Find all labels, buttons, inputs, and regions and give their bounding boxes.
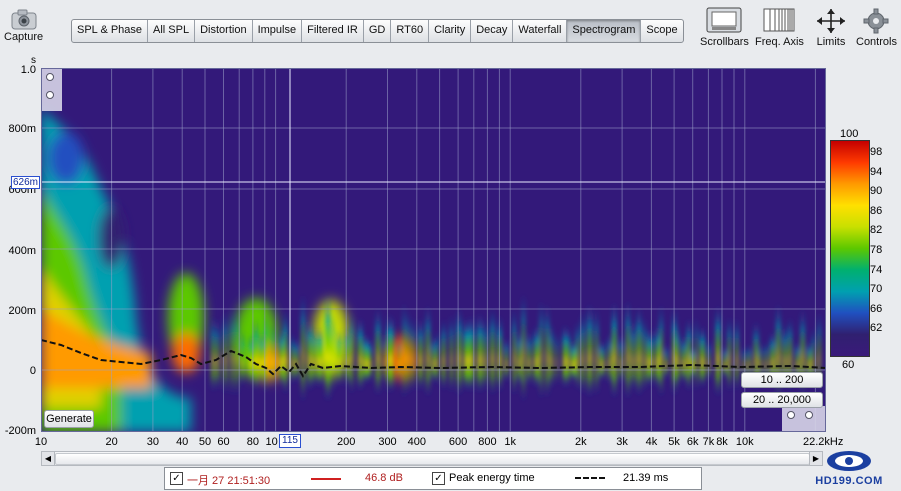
tab-bar: SPL & Phase All SPL Distortion Impulse Filte… xyxy=(71,19,684,43)
x-unit-label: 22.2kHz xyxy=(803,436,844,448)
limits-label: Limits xyxy=(816,36,846,48)
colorbar xyxy=(830,140,870,357)
y-tick-label: 0 xyxy=(29,365,36,377)
x-tick-label: 2k xyxy=(574,436,587,448)
scroll-thumb[interactable] xyxy=(55,453,810,465)
colorbar-top-label: 100 xyxy=(840,128,859,140)
x-tick-label: 60 xyxy=(217,436,230,448)
x-tick-label: 200 xyxy=(337,436,356,448)
x-cursor-label: 115 xyxy=(279,434,301,448)
x-tick-label: 8k xyxy=(716,436,728,448)
tab-distortion[interactable]: Distortion xyxy=(195,20,253,42)
camera-icon xyxy=(11,9,37,30)
x-tick-label: 10 xyxy=(265,436,278,448)
y-tick-label: 800m xyxy=(8,123,36,135)
scroll-left-arrow[interactable]: ◀ xyxy=(42,452,55,465)
colorbar-tick-label: 74 xyxy=(870,263,883,276)
legend-bar: ✓ 一月 27 21:51:30 46.8 dB ✓ Peak energy t… xyxy=(164,467,702,490)
eye-logo-icon xyxy=(827,451,871,471)
x-tick-label: 5k xyxy=(668,436,680,448)
spectrogram-plot[interactable] xyxy=(41,68,826,432)
x-tick-label: 50 xyxy=(198,436,212,448)
x-tick-label: 1k xyxy=(504,436,516,448)
x-tick-label: 20 xyxy=(105,436,118,448)
tab-impulse[interactable]: Impulse xyxy=(253,20,303,42)
colorbar-bottom-label: 60 xyxy=(842,359,855,371)
x-tick-label: 300 xyxy=(378,436,397,448)
x-tick-label: 10 xyxy=(34,436,48,448)
colorbar-tick-label: 94 xyxy=(870,165,883,178)
capture-button[interactable]: Capture xyxy=(4,7,43,43)
tab-spectrogram[interactable]: Spectrogram xyxy=(567,20,642,42)
x-tick-label: 3k xyxy=(616,436,628,448)
y-tick-label: 1.0 xyxy=(20,64,36,76)
tab-rt60[interactable]: RT60 xyxy=(391,20,430,42)
x-tick-label: 30 xyxy=(146,436,160,448)
series1-name: 一月 27 21:51:30 xyxy=(187,475,271,487)
colorbar-tick-label: 98 xyxy=(870,146,883,158)
series1-checkbox[interactable]: ✓ xyxy=(170,472,183,485)
y-cursor-label: 626m xyxy=(11,176,41,189)
series1-value: 46.8 dB xyxy=(365,472,403,484)
colorbar-tick-label: 66 xyxy=(870,302,883,315)
scrollbars-button[interactable]: Scrollbars xyxy=(700,6,749,48)
freq-axis-label: Freq. Axis xyxy=(755,36,804,48)
x-tick-label: 6k xyxy=(686,436,699,448)
colorbar-tick-label: 82 xyxy=(870,224,883,237)
y-tick-label: -200m xyxy=(4,425,36,437)
tab-filtered-ir[interactable]: Filtered IR xyxy=(302,20,364,42)
gear-icon xyxy=(863,8,889,34)
x-tick-label: 10k xyxy=(735,436,754,448)
x-tick-label: 7k xyxy=(702,436,715,448)
watermark-text: HD199.COM xyxy=(815,475,883,487)
tab-gd[interactable]: GD xyxy=(364,20,392,42)
y-tick-label: 400m xyxy=(8,245,36,257)
x-tick-label: 800 xyxy=(478,436,497,448)
controls-label: Controls xyxy=(856,36,897,48)
range-button-full[interactable]: 20 .. 20,000 xyxy=(741,392,823,408)
x-tick-label: 400 xyxy=(407,436,426,448)
colorbar-tick-label: 78 xyxy=(870,244,883,256)
tab-scope[interactable]: Scope xyxy=(641,20,682,42)
tab-clarity[interactable]: Clarity xyxy=(429,20,472,42)
series1-line-swatch xyxy=(311,478,341,480)
series2-value: 21.39 ms xyxy=(623,472,669,484)
x-tick-label: 4k xyxy=(645,436,658,448)
plot-pan-icon xyxy=(782,406,825,431)
generate-button[interactable]: Generate xyxy=(44,410,94,428)
series2-checkbox[interactable]: ✓ xyxy=(432,472,445,485)
tab-waterfall[interactable]: Waterfall xyxy=(513,20,568,42)
colorbar-tick-label: 90 xyxy=(870,185,883,198)
colorbar-tick-label: 86 xyxy=(870,204,883,217)
limits-button[interactable]: Limits xyxy=(814,6,848,48)
x-tick-label: 40 xyxy=(176,436,189,448)
watermark-logo: HD199.COM xyxy=(803,450,895,488)
x-tick-label: 80 xyxy=(246,436,260,448)
limits-icon xyxy=(817,9,845,33)
capture-label: Capture xyxy=(4,31,44,43)
colorbar-tick-label: 70 xyxy=(870,283,883,296)
series2-name: Peak energy time xyxy=(449,472,535,484)
series2-line-swatch xyxy=(575,477,605,479)
freq-axis-icon xyxy=(763,8,795,32)
tab-decay[interactable]: Decay xyxy=(471,20,514,42)
range-button-low[interactable]: 10 .. 200 xyxy=(741,372,823,388)
scrollbars-label: Scrollbars xyxy=(700,36,749,48)
tab-all-spl[interactable]: All SPL xyxy=(148,20,196,42)
controls-button[interactable]: Controls xyxy=(856,6,897,48)
freq-axis-button[interactable]: Freq. Axis xyxy=(755,6,804,48)
colorbar-tick-label: 62 xyxy=(870,322,883,335)
y-tick-label: 200m xyxy=(8,305,36,317)
horizontal-scrollbar[interactable]: ◀ ▶ xyxy=(41,451,823,466)
tab-spl-phase[interactable]: SPL & Phase xyxy=(72,20,149,42)
scrollbars-icon xyxy=(706,7,742,33)
x-tick-label: 600 xyxy=(448,436,468,448)
